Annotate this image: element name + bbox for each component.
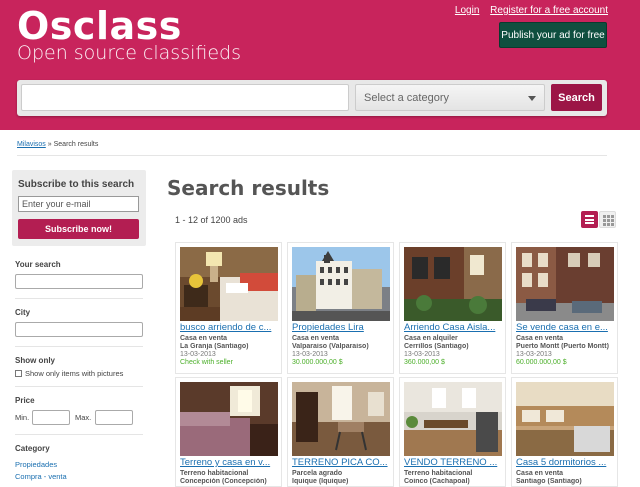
listing-card[interactable]: Terreno y casa en v... Terreno habitacio… [175, 377, 282, 487]
pictures-checkbox-label: Show only items with pictures [25, 369, 124, 378]
breadcrumb-separator: » [47, 141, 52, 148]
listing-title[interactable]: Arriendo Casa Aisla... [404, 322, 504, 333]
price-max-input[interactable] [95, 410, 133, 425]
listing-title[interactable]: Terreno y casa en v... [180, 457, 280, 468]
search-button[interactable]: Search [551, 84, 602, 111]
sidebar-divider [15, 386, 143, 387]
listing-category: Casa en alquiler [404, 335, 458, 342]
listing-photo[interactable] [404, 247, 502, 321]
listing-date: 13-03-2013 [292, 351, 328, 358]
subscribe-box: Subscribe to this search Enter your e-ma… [12, 170, 146, 246]
listing-category: Casa en venta [292, 335, 340, 342]
listing-title[interactable]: busco arriendo de c... [180, 322, 280, 333]
register-link[interactable]: Register for a free account [490, 5, 608, 16]
pictures-filter: Show only items with pictures [15, 369, 123, 378]
listing-date: 13-03-2013 [180, 351, 216, 358]
listing-card[interactable]: VENDO TERRENO ... Terreno habitacional C… [399, 377, 506, 487]
sidebar-divider [15, 434, 143, 435]
listing-photo[interactable] [516, 247, 614, 321]
price-max-label: Max. [75, 413, 92, 422]
email-field[interactable]: Enter your e-mail [18, 196, 139, 212]
listing-price: 360.000,00 $ [404, 359, 445, 366]
listing-title[interactable]: VENDO TERRENO ... [404, 457, 504, 468]
listing-date: 13-03-2013 [404, 351, 440, 358]
breadcrumb-current: Search results [53, 141, 99, 148]
sidebar-divider [15, 298, 143, 299]
listing-title[interactable]: Se vende casa en e... [516, 322, 616, 333]
your-search-input[interactable] [15, 274, 143, 289]
listing-location: Coinco (Cachapoal) [404, 478, 470, 485]
listing-location: Santiago (Santiago) [516, 478, 582, 485]
your-search-label: Your search [15, 260, 61, 269]
listing-category: Parcela agrado [292, 470, 343, 477]
listing-date: 13-03-2013 [516, 351, 552, 358]
show-only-label: Show only [15, 356, 55, 365]
breadcrumb: Milavisos » Search results [17, 141, 98, 148]
category-select-label: Select a category [364, 91, 449, 104]
listing-card[interactable]: Propiedades Lira Casa en venta Valparais… [287, 242, 394, 374]
listing-card[interactable]: TERRENO PICA CO... Parcela agrado Iquiqu… [287, 377, 394, 487]
site-tagline: Open source classifieds [17, 42, 241, 64]
subscribe-title: Subscribe to this search [18, 179, 135, 190]
listing-photo[interactable] [180, 382, 278, 456]
search-input[interactable] [21, 84, 349, 111]
pictures-checkbox[interactable] [15, 370, 22, 377]
sidebar-divider [15, 346, 143, 347]
listing-price: Check with seller [180, 359, 233, 366]
listing-location: Concepción (Concepción) [180, 478, 267, 485]
listing-price: 60.000.000,00 $ [516, 359, 567, 366]
listing-card[interactable]: Se vende casa en e... Casa en venta Puer… [511, 242, 618, 374]
listing-photo[interactable] [516, 382, 614, 456]
listing-card[interactable]: Casa 5 dormitorios ... Casa en venta San… [511, 377, 618, 487]
category-select[interactable]: Select a category [355, 84, 545, 111]
price-min-input[interactable] [32, 410, 70, 425]
subscribe-button[interactable]: Subscribe now! [18, 219, 139, 239]
search-bar: Select a category Search [17, 80, 607, 116]
price-label: Price [15, 396, 35, 405]
listing-card[interactable]: busco arriendo de c... Casa en venta La … [175, 242, 282, 374]
login-link[interactable]: Login [455, 5, 479, 16]
breadcrumb-home[interactable]: Milavisos [17, 141, 46, 148]
listing-location: Iquique (Iquique) [292, 478, 349, 485]
page-title: Search results [167, 176, 330, 200]
publish-ad-button[interactable]: Publish your ad for free [499, 22, 607, 48]
listing-location: Cerrillos (Santiago) [404, 343, 469, 350]
listing-category: Casa en venta [180, 335, 228, 342]
listing-card[interactable]: Arriendo Casa Aisla... Casa en alquiler … [399, 242, 506, 374]
listing-photo[interactable] [292, 247, 390, 321]
category-label: Category [15, 444, 50, 453]
breadcrumb-divider [17, 155, 607, 156]
list-view-icon[interactable] [581, 211, 598, 228]
category-link-propiedades[interactable]: Propiedades [15, 460, 57, 469]
listing-category: Casa en venta [516, 335, 564, 342]
listing-location: Valparaiso (Valparaiso) [292, 343, 369, 350]
price-min-label: Min. [15, 413, 30, 422]
grid-view-icon[interactable] [599, 211, 616, 228]
chevron-down-icon [528, 96, 536, 101]
results-count: 1 - 12 of 1200 ads [175, 215, 248, 225]
listing-category: Terreno habitacional [404, 470, 473, 477]
listing-title[interactable]: TERRENO PICA CO... [292, 457, 392, 468]
listing-title[interactable]: Casa 5 dormitorios ... [516, 457, 616, 468]
city-input[interactable] [15, 322, 143, 337]
listing-photo[interactable] [404, 382, 502, 456]
account-links: Login Register for a free account [447, 5, 608, 16]
listing-price: 30.000.000,00 $ [292, 359, 343, 366]
site-header: Osclass Open source classifieds Login Re… [0, 0, 640, 130]
city-label: City [15, 308, 31, 317]
listing-photo[interactable] [292, 382, 390, 456]
listing-photo[interactable] [180, 247, 278, 321]
listing-category: Terreno habitacional [180, 470, 249, 477]
listing-location: La Granja (Santiago) [180, 343, 249, 350]
listing-location: Puerto Montt (Puerto Montt) [516, 343, 609, 350]
listing-category: Casa en venta [516, 470, 564, 477]
listing-title[interactable]: Propiedades Lira [292, 322, 392, 333]
